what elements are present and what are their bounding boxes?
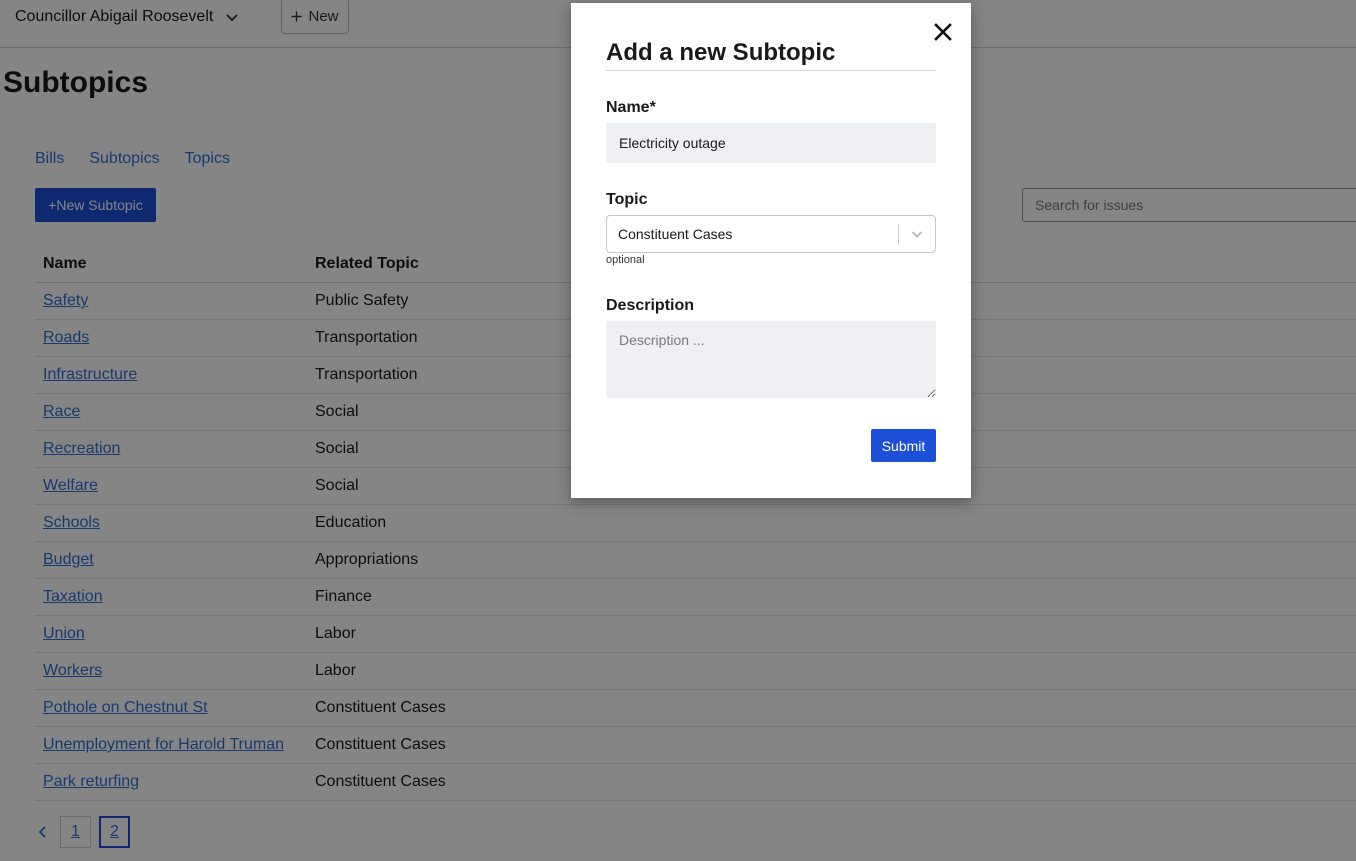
description-label: Description (606, 297, 695, 314)
modal-divider (606, 70, 936, 71)
name-label: Name* (606, 99, 656, 116)
description-input[interactable] (606, 321, 936, 398)
topic-label: Topic (606, 191, 648, 208)
topic-hint: optional (606, 254, 645, 266)
topic-select-value: Constituent Cases (618, 226, 733, 242)
name-input[interactable] (606, 123, 936, 163)
topic-select[interactable]: Constituent Cases (606, 215, 936, 253)
close-icon[interactable] (932, 21, 954, 43)
add-subtopic-modal: Add a new Subtopic Name* Topic Constitue… (571, 3, 971, 498)
chevron-down-icon (911, 231, 923, 238)
submit-button[interactable]: Submit (871, 429, 936, 462)
select-indicator[interactable] (899, 216, 935, 252)
modal-title: Add a new Subtopic (606, 39, 836, 66)
